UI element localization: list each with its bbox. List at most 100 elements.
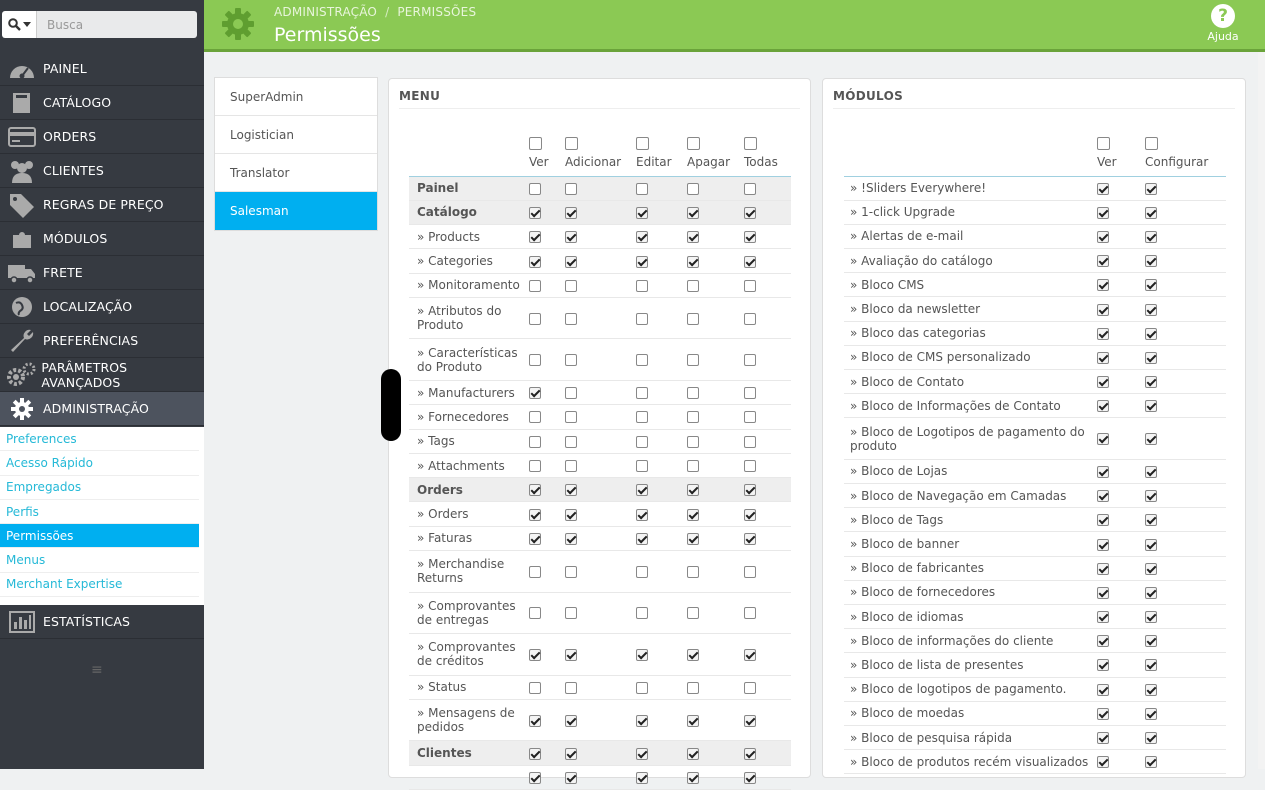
submenu-item[interactable]: Perfis — [0, 500, 199, 525]
permission-checkbox[interactable] — [744, 206, 756, 219]
search-dropdown-button[interactable] — [2, 11, 37, 38]
configure-checkbox[interactable] — [1145, 659, 1157, 672]
configure-checkbox[interactable] — [1145, 255, 1157, 268]
view-checkbox[interactable] — [1097, 351, 1109, 364]
nav-item-painel[interactable]: PAINEL — [0, 52, 204, 86]
configure-checkbox[interactable] — [1145, 514, 1157, 527]
profile-item[interactable]: Translator — [215, 154, 377, 192]
permission-checkbox[interactable] — [565, 231, 577, 244]
configure-checkbox[interactable] — [1145, 611, 1157, 624]
permission-checkbox[interactable] — [744, 484, 756, 497]
permission-checkbox[interactable] — [687, 771, 699, 784]
submenu-item[interactable]: Empregados — [0, 476, 199, 500]
view-checkbox[interactable] — [1097, 538, 1109, 551]
select-all-checkbox[interactable] — [529, 136, 542, 150]
configure-checkbox[interactable] — [1145, 376, 1157, 389]
permission-checkbox[interactable] — [744, 460, 756, 473]
profile-item[interactable]: Salesman — [215, 192, 377, 230]
configure-checkbox[interactable] — [1145, 230, 1157, 243]
permission-checkbox[interactable] — [744, 411, 756, 424]
permission-checkbox[interactable] — [687, 279, 699, 292]
permission-checkbox[interactable] — [565, 312, 577, 325]
permission-checkbox[interactable] — [744, 387, 756, 400]
permission-checkbox[interactable] — [687, 411, 699, 424]
permission-checkbox[interactable] — [636, 460, 648, 473]
view-checkbox[interactable] — [1097, 255, 1109, 268]
configure-checkbox[interactable] — [1145, 586, 1157, 599]
view-checkbox[interactable] — [1097, 230, 1109, 243]
view-checkbox[interactable] — [1097, 376, 1109, 389]
permission-checkbox[interactable] — [636, 747, 648, 760]
permission-checkbox[interactable] — [687, 747, 699, 760]
permission-checkbox[interactable] — [529, 714, 541, 727]
permission-checkbox[interactable] — [565, 255, 577, 268]
permission-checkbox[interactable] — [636, 484, 648, 497]
permission-checkbox[interactable] — [744, 747, 756, 760]
configure-checkbox[interactable] — [1145, 327, 1157, 340]
permission-checkbox[interactable] — [565, 747, 577, 760]
submenu-item[interactable]: Permissões — [0, 524, 199, 549]
permission-checkbox[interactable] — [687, 681, 699, 694]
nav-item-frete[interactable]: FRETE — [0, 256, 204, 290]
configure-checkbox[interactable] — [1145, 206, 1157, 219]
permission-checkbox[interactable] — [529, 460, 541, 473]
permission-checkbox[interactable] — [636, 279, 648, 292]
select-all-checkbox[interactable] — [1097, 136, 1110, 150]
permission-checkbox[interactable] — [744, 312, 756, 325]
permission-checkbox[interactable] — [529, 255, 541, 268]
permission-checkbox[interactable] — [529, 354, 541, 367]
permission-checkbox[interactable] — [565, 714, 577, 727]
permission-checkbox[interactable] — [744, 231, 756, 244]
permission-checkbox[interactable] — [565, 354, 577, 367]
permission-checkbox[interactable] — [744, 435, 756, 448]
view-checkbox[interactable] — [1097, 683, 1109, 696]
submenu-item[interactable]: Preferences — [0, 427, 199, 452]
configure-checkbox[interactable] — [1145, 732, 1157, 745]
permission-checkbox[interactable] — [636, 771, 648, 784]
permission-checkbox[interactable] — [744, 532, 756, 545]
permission-checkbox[interactable] — [529, 411, 541, 424]
menu-collapse-icon[interactable]: ≡ — [91, 662, 103, 678]
configure-checkbox[interactable] — [1145, 562, 1157, 575]
permission-checkbox[interactable] — [687, 255, 699, 268]
permission-checkbox[interactable] — [687, 648, 699, 661]
submenu-item[interactable]: Menus — [0, 548, 199, 573]
permission-checkbox[interactable] — [529, 231, 541, 244]
permission-checkbox[interactable] — [636, 435, 648, 448]
permission-checkbox[interactable] — [636, 206, 648, 219]
view-checkbox[interactable] — [1097, 732, 1109, 745]
view-checkbox[interactable] — [1097, 659, 1109, 672]
nav-item-parametros-avancados[interactable]: PARÂMETROS AVANÇADOS — [0, 358, 204, 392]
profile-item[interactable]: SuperAdmin — [215, 78, 377, 116]
permission-checkbox[interactable] — [687, 460, 699, 473]
permission-checkbox[interactable] — [636, 387, 648, 400]
nav-item-administracao[interactable]: ADMINISTRAÇÃO — [0, 392, 204, 426]
view-checkbox[interactable] — [1097, 756, 1109, 769]
permission-checkbox[interactable] — [744, 565, 756, 578]
nav-item-orders[interactable]: ORDERS — [0, 120, 204, 154]
configure-checkbox[interactable] — [1145, 465, 1157, 478]
configure-checkbox[interactable] — [1145, 400, 1157, 413]
view-checkbox[interactable] — [1097, 611, 1109, 624]
permission-checkbox[interactable] — [687, 231, 699, 244]
configure-checkbox[interactable] — [1145, 303, 1157, 316]
configure-checkbox[interactable] — [1145, 538, 1157, 551]
configure-checkbox[interactable] — [1145, 683, 1157, 696]
permission-checkbox[interactable] — [565, 206, 577, 219]
permission-checkbox[interactable] — [636, 354, 648, 367]
configure-checkbox[interactable] — [1145, 490, 1157, 503]
view-checkbox[interactable] — [1097, 635, 1109, 648]
permission-checkbox[interactable] — [687, 206, 699, 219]
permission-checkbox[interactable] — [636, 681, 648, 694]
nav-item-regras-de-preco[interactable]: REGRAS DE PREÇO — [0, 188, 204, 222]
permission-checkbox[interactable] — [687, 508, 699, 521]
permission-checkbox[interactable] — [744, 255, 756, 268]
permission-checkbox[interactable] — [565, 532, 577, 545]
permission-checkbox[interactable] — [744, 607, 756, 620]
permission-checkbox[interactable] — [744, 508, 756, 521]
permission-checkbox[interactable] — [687, 182, 699, 195]
configure-checkbox[interactable] — [1145, 707, 1157, 720]
help-button[interactable]: ? Ajuda — [1203, 4, 1243, 43]
permission-checkbox[interactable] — [565, 508, 577, 521]
permission-checkbox[interactable] — [744, 354, 756, 367]
